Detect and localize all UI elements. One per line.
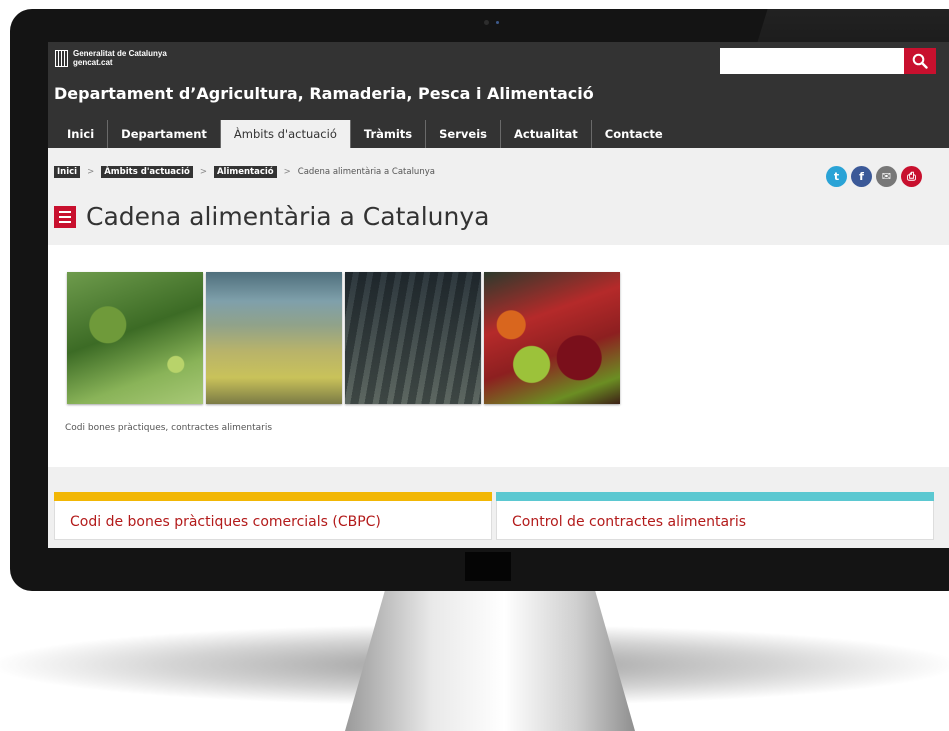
nav-item-contacte[interactable]: Contacte bbox=[592, 120, 676, 148]
main-nav: Inici Departament Àmbits d'actuació Tràm… bbox=[54, 120, 676, 148]
nav-item-serveis[interactable]: Serveis bbox=[426, 120, 501, 148]
photo-production-line bbox=[345, 272, 481, 404]
department-title[interactable]: Departament d’Agricultura, Ramaderia, Pe… bbox=[54, 84, 594, 103]
breadcrumb-link-ambits[interactable]: Àmbits d'actuació bbox=[101, 166, 193, 178]
card-accent-bar bbox=[496, 492, 934, 501]
browser-screen: Generalitat de Catalunya gencat.cat Depa… bbox=[48, 42, 949, 548]
logo-line-1: Generalitat de Catalunya bbox=[73, 49, 167, 58]
card-row: Codi de bones pràctiques comercials (CBP… bbox=[54, 492, 934, 540]
main-content: Codi bones pràctiques, contractes alimen… bbox=[48, 245, 949, 467]
photo-orchard bbox=[67, 272, 203, 404]
site-header: Generalitat de Catalunya gencat.cat Depa… bbox=[48, 42, 949, 148]
breadcrumb-current: Cadena alimentària a Catalunya bbox=[297, 167, 435, 177]
logo-line-2: gencat.cat bbox=[73, 58, 113, 67]
search-icon bbox=[912, 53, 928, 69]
generalitat-logo[interactable]: Generalitat de Catalunya gencat.cat bbox=[55, 49, 167, 67]
monitor-stand bbox=[345, 588, 635, 731]
card-contract-control[interactable]: Control de contractes alimentaris bbox=[496, 492, 934, 540]
search-button[interactable] bbox=[904, 48, 936, 74]
breadcrumb-link-inici[interactable]: Inici bbox=[54, 166, 81, 178]
nav-item-departament[interactable]: Departament bbox=[108, 120, 221, 148]
logo-text: Generalitat de Catalunya gencat.cat bbox=[73, 49, 167, 67]
webcam-icon bbox=[484, 20, 489, 25]
photo-processing-plant bbox=[206, 272, 342, 404]
card-cbpc[interactable]: Codi de bones pràctiques comercials (CBP… bbox=[54, 492, 492, 540]
print-icon[interactable]: ⎙ bbox=[901, 166, 922, 187]
breadcrumb-separator: > bbox=[283, 167, 291, 177]
photo-caption: Codi bones pràctiques, contractes alimen… bbox=[65, 423, 273, 433]
breadcrumb-link-alimentacio[interactable]: Alimentació bbox=[213, 166, 277, 178]
card-accent-bar bbox=[54, 492, 492, 501]
monitor-chin-notch bbox=[465, 552, 511, 581]
breadcrumb: Inici > Àmbits d'actuació > Alimentació … bbox=[54, 166, 435, 178]
social-share-bar: t f ✉ ⎙ bbox=[826, 166, 922, 187]
nav-item-actualitat[interactable]: Actualitat bbox=[501, 120, 592, 148]
twitter-icon[interactable]: t bbox=[826, 166, 847, 187]
photo-strip[interactable] bbox=[67, 272, 620, 404]
breadcrumb-separator: > bbox=[87, 167, 95, 177]
nav-item-tramits[interactable]: Tràmits bbox=[351, 120, 427, 148]
menu-icon[interactable] bbox=[54, 205, 76, 228]
card-label[interactable]: Codi de bones pràctiques comercials (CBP… bbox=[70, 514, 381, 530]
webcam-light bbox=[496, 21, 499, 24]
page-title: Cadena alimentària a Catalunya bbox=[86, 202, 490, 231]
card-label[interactable]: Control de contractes alimentaris bbox=[512, 514, 746, 530]
email-icon[interactable]: ✉ bbox=[876, 166, 897, 187]
facebook-icon[interactable]: f bbox=[851, 166, 872, 187]
generalitat-logo-icon bbox=[55, 49, 68, 67]
nav-item-inici[interactable]: Inici bbox=[54, 120, 109, 148]
nav-item-ambits[interactable]: Àmbits d'actuació bbox=[220, 120, 351, 148]
photo-fruit-market bbox=[484, 272, 620, 404]
page-title-row: Cadena alimentària a Catalunya bbox=[54, 202, 489, 231]
search-input[interactable] bbox=[720, 48, 904, 74]
breadcrumb-separator: > bbox=[199, 167, 207, 177]
